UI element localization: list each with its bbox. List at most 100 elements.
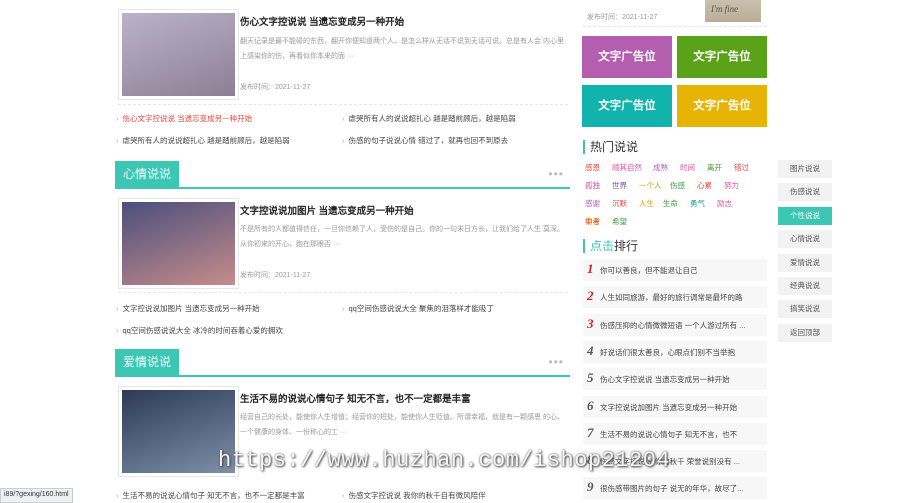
hot-tag[interactable]: 孤独 — [585, 180, 600, 191]
hot-tag[interactable]: 错过 — [734, 162, 749, 173]
list-item-link[interactable]: 伤感文字控说说 我你的秋千自有微风陪伴 — [349, 491, 486, 500]
list-item[interactable]: › qq空间伤感说说大全 聚焦的泪落样才能吸丁 — [342, 303, 494, 314]
list-item-link[interactable]: 伤感的句子说说心情 错过了，就再也回不到原去 — [349, 136, 509, 145]
watermark-text: https://www.huzhan.com/ishop21204 — [218, 448, 671, 473]
hot-tag[interactable]: 勇气 — [690, 198, 705, 209]
ranking-title-accent: 点击 — [590, 239, 615, 253]
side-article-thumbnail[interactable]: I'm fine — [705, 0, 761, 22]
divider — [118, 104, 568, 105]
hot-tag[interactable]: 时间 — [680, 162, 695, 173]
ad-block[interactable]: 文字广告位 — [582, 85, 672, 127]
list-item-link[interactable]: qq空间伤感说说大全 聚焦的泪落样才能吸丁 — [349, 304, 494, 313]
list-item[interactable]: › qq空间伤感说说大全 冰冷的时间吞着心爱的拥欢 — [116, 325, 283, 336]
hot-tag[interactable]: 感恩 — [585, 162, 600, 173]
hot-tag[interactable]: 人生 — [639, 198, 654, 209]
hot-tag-cloud: 感恩 顺其自然 成熟 时间 离开 错过 孤独 世界 一个人 伤感 心累 努力 感谢 沉默 人生 生命 勇气 励志离… — [585, 162, 765, 232]
hot-tag[interactable]: 一个人 — [639, 180, 662, 191]
article-image — [122, 202, 235, 285]
list-item-link[interactable]: 文字控说说加图片 当遗忘变成另一种开始 — [123, 304, 260, 313]
list-item-link[interactable]: 伤心文字控说说 当遗忘变成另一种开始 — [123, 114, 253, 123]
article-summary: 翻天记录是最不能碰的东西，翻开你便知道两个人，是怎么样从无话不说到无话可说。总是… — [240, 38, 564, 60]
section-title-tab[interactable]: 心情说说 — [115, 161, 180, 187]
ad-block[interactable]: 文字广告位 — [677, 36, 767, 78]
side-article-date: 发布时间：2021-11-27 — [587, 14, 658, 21]
hot-tag[interactable]: 感谢 — [585, 198, 600, 209]
hot-tag[interactable]: 励志 — [717, 198, 732, 209]
hot-tag[interactable]: 伤感 — [670, 180, 685, 191]
ranking-number: 1 — [587, 261, 594, 276]
article-title[interactable]: 文字控说说加图片 当遗忘变成另一种开始 — [240, 203, 414, 217]
article-thumbnail[interactable] — [118, 9, 239, 100]
hot-tag[interactable]: 心累 — [697, 180, 712, 191]
article-link-list: › 文字控说说加图片 当遗忘变成另一种开始 › qq空间伤感说说大全 聚焦的泪落样才… — [116, 303, 571, 343]
ranking-item[interactable]: 4 好说话们很太善良，心眼点们别不当举抱 — [583, 340, 767, 363]
ranking-item[interactable]: 1 你可以善良，但不能退让自己 — [583, 259, 767, 281]
ranking-item[interactable]: 2 人生如同旅游，最好的旅行调常是最坏的路 — [583, 286, 767, 309]
hot-tag[interactable]: 世界 — [612, 180, 627, 191]
hot-tag[interactable]: 成熟 — [653, 162, 668, 173]
ranking-number: 4 — [587, 342, 594, 358]
hot-tag[interactable]: 希望 — [612, 216, 627, 227]
ad-block[interactable]: 文字广告位 — [677, 85, 767, 127]
ranking-link[interactable]: 你可以善良，但不能退让自己 — [600, 265, 765, 276]
article-title[interactable]: 生活不易的说说心情句子 知无不言，也不一定都是丰富 — [240, 391, 471, 405]
ranking-link[interactable]: 伤感压抑的心情微微短语 一个人游过所有 ... — [600, 320, 765, 331]
side-nav-button[interactable]: 图片说说 — [778, 160, 832, 178]
list-item[interactable]: › 伤感的句子说说心情 错过了，就再也回不到原去 — [342, 135, 508, 146]
hot-tag[interactable]: 离开 — [707, 162, 722, 173]
ranking-number: 3 — [587, 315, 594, 331]
ranking-number: 2 — [587, 288, 594, 304]
divider — [583, 26, 767, 27]
ranking-item[interactable]: 7 生活不易的说说心情句子 知无不言，也不 — [583, 422, 767, 445]
hot-tag[interactable]: 顺其自然 — [612, 162, 642, 173]
list-item-link[interactable]: 虐哭所有人的说说超扎心 越是踏前顾后，越是陷弱 — [123, 136, 290, 145]
ranking-link[interactable]: 很伤感带图片的句子 说无的年华，故尽了... — [600, 483, 765, 494]
ranking-item[interactable]: 9 很伤感带图片的句子 说无的年华，故尽了... — [583, 477, 767, 500]
article-link-list: › 生活不易的说说心情句子 知无不言，也不一定都是丰富 › 伤感文字控说说 我你的秋… — [116, 490, 571, 501]
hot-tag[interactable]: 努力 — [724, 180, 739, 191]
ranking-link[interactable]: 文字控说说加图片 当遗忘变成另一种开始 — [600, 402, 765, 413]
side-nav-button[interactable]: 伤感说说 — [778, 183, 832, 202]
hot-tag[interactable]: 生命 — [663, 198, 678, 209]
list-item[interactable]: › 生活不易的说说心情句子 知无不言，也不一定都是丰富 — [116, 490, 305, 501]
list-item-link[interactable]: qq空间伤感说说大全 冰冷的时间吞着心爱的拥欢 — [123, 326, 283, 335]
article-link-list: › 伤心文字控说说 当遗忘变成另一种开始 › 虐哭所有人的说说超扎心 越是踏前顾后，… — [116, 113, 571, 153]
ranking-item[interactable]: 5 伤心文字控说说 当遗忘变成另一种开始 — [583, 368, 767, 391]
side-nav-button[interactable]: 心情说说 — [778, 230, 832, 249]
list-item-link[interactable]: 生活不易的说说心情句子 知无不言，也不一定都是丰富 — [123, 491, 305, 500]
article-title[interactable]: 伤心文字控说说 当遗忘变成另一种开始 — [240, 14, 404, 28]
hot-tag[interactable]: 中考 — [585, 216, 600, 227]
ranking-number: 9 — [587, 479, 594, 495]
back-to-top-button[interactable]: 返回顶部 — [778, 323, 832, 342]
ranking-item[interactable]: 3 伤感压抑的心情微微短语 一个人游过所有 ... — [583, 313, 767, 336]
ranking-link[interactable]: 生活不易的说说心情句子 知无不言，也不 — [600, 429, 765, 440]
ranking-link[interactable]: 人生如同旅游，最好的旅行调常是最坏的路 — [600, 292, 765, 303]
list-item[interactable]: › 虐哭所有人的说说超扎心 越是踏前顾后，越是陷弱 — [116, 135, 290, 146]
divider — [118, 292, 568, 293]
list-item[interactable]: › 虐哭所有人的说说超扎心 越是踏前顾后，越是陷弱 — [342, 113, 516, 124]
article-date: 发布时间：2021-11-27 — [240, 272, 311, 279]
article-thumbnail[interactable] — [118, 198, 239, 289]
side-nav-button[interactable]: 爱情说说 — [778, 253, 832, 272]
more-dots-icon[interactable]: ••• — [548, 167, 564, 181]
list-item[interactable]: › 伤感文字控说说 我你的秋千自有微风陪伴 — [342, 490, 486, 501]
ranking-section-title: 点击排行 — [583, 239, 638, 253]
side-nav-button[interactable]: 个性说说 — [778, 206, 832, 225]
article-date: 发布时间：2021-11-27 — [240, 84, 311, 91]
section-title-tab[interactable]: 爱情说说 — [115, 349, 180, 375]
ranking-number: 6 — [587, 397, 594, 413]
ad-block[interactable]: 文字广告位 — [582, 36, 672, 78]
article-summary: 经营自己的长处，能使你人生增值；经营你的短处，能使你人生贬值。所谓幸福，就是有一… — [240, 414, 564, 436]
list-item[interactable]: › 文字控说说加图片 当遗忘变成另一种开始 — [116, 303, 260, 314]
section-header: 爱情说说 ••• — [115, 345, 570, 377]
ranking-link[interactable]: 好说话们很太善良，心眼点们别不当举抱 — [600, 347, 765, 358]
side-nav-button[interactable]: 搞笑说说 — [778, 300, 832, 319]
more-dots-icon[interactable]: ••• — [548, 355, 564, 369]
hot-tag[interactable]: 沉默 — [612, 198, 627, 209]
ranking-link[interactable]: 伤心文字控说说 当遗忘变成另一种开始 — [600, 374, 765, 385]
side-nav-button[interactable]: 经典说说 — [778, 277, 832, 295]
section-header: 心情说说 ••• — [115, 157, 570, 189]
list-item-link[interactable]: 虐哭所有人的说说超扎心 越是踏前顾后，越是陷弱 — [349, 114, 516, 123]
list-item[interactable]: › 伤心文字控说说 当遗忘变成另一种开始 — [116, 113, 252, 124]
ranking-item[interactable]: 6 文字控说说加图片 当遗忘变成另一种开始 — [583, 395, 767, 418]
